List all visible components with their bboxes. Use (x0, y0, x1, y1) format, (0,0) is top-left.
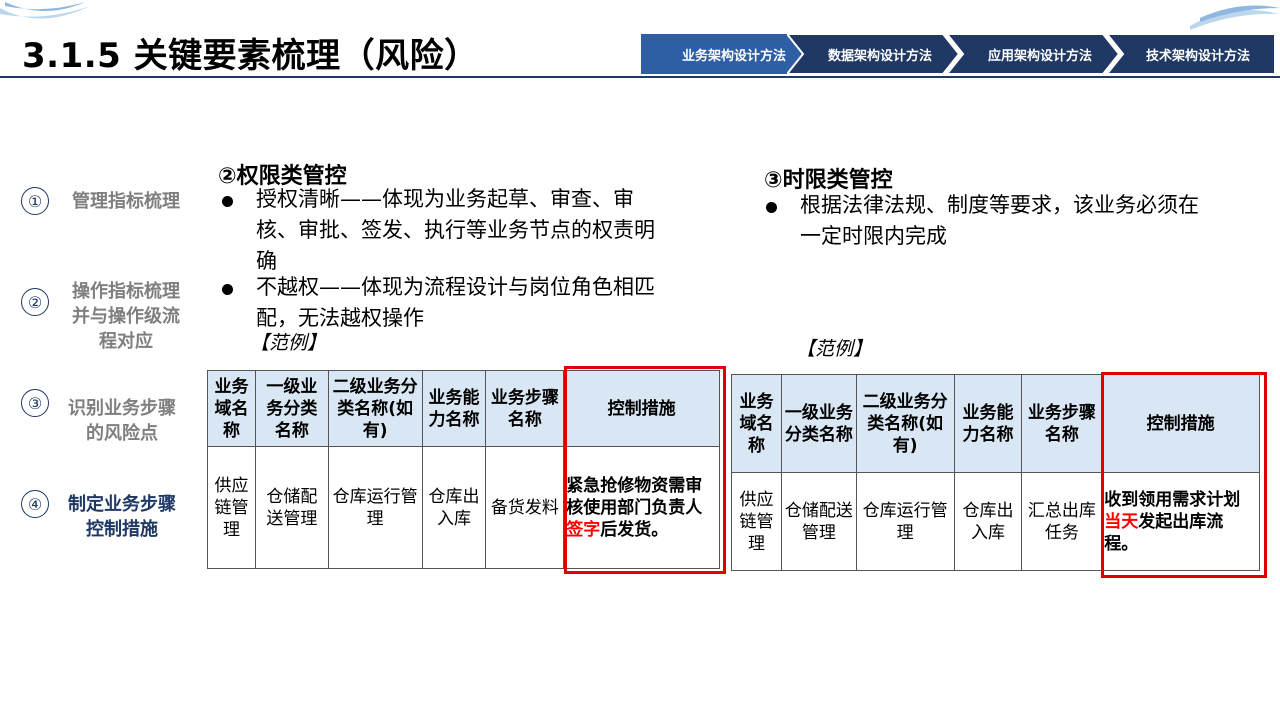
step-label-1: 管理指标梳理 (72, 191, 180, 212)
bullet-text: 授权清晰——体现为业务起草、审查、审核、审批、签发、执行等业务节点的权责明确 (256, 187, 655, 273)
nav-data-architecture[interactable]: 数据架构设计方法 (787, 34, 959, 74)
nav-label: 技术架构设计方法 (1145, 48, 1250, 64)
table-header: 业务域名称 (731, 374, 782, 473)
page-title: 3.1.5 关键要素梳理（风险） (22, 36, 479, 76)
table-cell: 备货发料 (485, 446, 565, 569)
table-cell: 仓库运行管理 (855, 472, 955, 571)
table-header: 业务步骤名称 (1021, 374, 1103, 473)
bullet-dot (766, 202, 777, 213)
table-header: 二级业务分类名称(如有) (327, 370, 423, 447)
bullet-time-limit: 根据法律法规、制度等要求，该业务必须在一定时限内完成 (766, 190, 1216, 252)
corner-swoosh-right (1190, 5, 1280, 30)
bullet-text: 不越权——体现为流程设计与岗位角色相匹配，无法越权操作 (256, 275, 655, 330)
step-label-2: 操作指标梳理并与操作级流程对应 (72, 281, 180, 352)
table-cell: 仓库运行管理 (327, 446, 423, 569)
table-header: 业务域名称 (207, 370, 256, 447)
table-cell: 仓库出入库 (421, 446, 487, 569)
nav-application-architecture[interactable]: 应用架构设计方法 (947, 34, 1119, 74)
bullet-no-overreach: 不越权——体现为流程设计与岗位角色相匹配，无法越权操作 (222, 272, 672, 334)
table-header: 二级业务分类名称(如有) (855, 374, 955, 473)
example-label: 【范例】 (250, 332, 327, 354)
step-number-1: ① (21, 187, 49, 215)
method-nav: 业务架构设计方法 数据架构设计方法 应用架构设计方法 技术架构设计方法 (641, 34, 1275, 74)
step-number-2: ② (21, 288, 49, 316)
control-highlight-box (564, 366, 726, 574)
table-cell: 供应链管理 (207, 446, 256, 569)
table-header: 一级业务分类名称 (254, 370, 329, 447)
bullet-dot (222, 196, 233, 207)
bullet-dot (222, 284, 233, 295)
title-divider (0, 76, 1280, 78)
corner-swoosh-left (0, 2, 90, 19)
nav-technology-architecture[interactable]: 技术架构设计方法 (1107, 34, 1275, 74)
table-cell: 仓储配送管理 (780, 472, 857, 571)
table-cell: 汇总出库任务 (1021, 472, 1103, 571)
step-label-4: 制定业务步骤控制措施 (68, 494, 176, 540)
table-cell: 仓储配送管理 (254, 446, 329, 569)
nav-label: 数据架构设计方法 (827, 48, 932, 64)
table-header: 业务能力名称 (421, 370, 487, 447)
step-label-3: 识别业务步骤的风险点 (68, 398, 176, 444)
table-cell: 仓库出入库 (953, 472, 1023, 571)
table-header: 一级业务分类名称 (780, 374, 857, 473)
bullet-text: 根据法律法规、制度等要求，该业务必须在一定时限内完成 (800, 193, 1199, 248)
nav-label: 业务架构设计方法 (681, 48, 786, 64)
table-header: 业务能力名称 (953, 374, 1023, 473)
control-highlight-box (1101, 372, 1267, 578)
step-number-4: ④ (21, 490, 49, 518)
table-cell: 供应链管理 (731, 472, 782, 571)
example-label: 【范例】 (796, 338, 873, 360)
bullet-authorization: 授权清晰——体现为业务起草、审查、审核、审批、签发、执行等业务节点的权责明确 (222, 184, 672, 277)
table-header: 业务步骤名称 (485, 370, 565, 447)
step-number-3: ③ (21, 389, 49, 417)
nav-label: 应用架构设计方法 (987, 48, 1092, 64)
